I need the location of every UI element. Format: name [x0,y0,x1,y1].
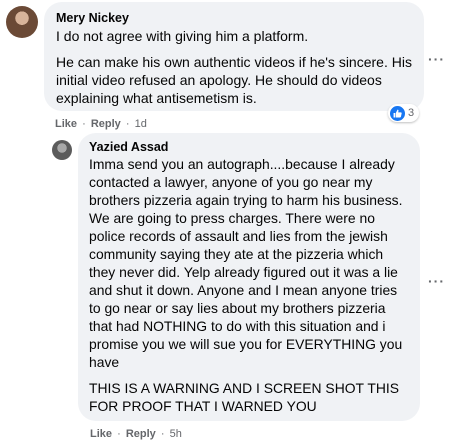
comment-bubble-1: Mery Nickey I do not agree with giving h… [44,2,424,111]
separator: · [82,118,86,130]
comment-paragraph: He can make his own authentic videos if … [56,54,412,106]
comment-bubble-2: Yazied Assad Imma send you an autograph.… [78,133,420,421]
comment-text: Imma send you an autograph....because I … [89,155,408,415]
comment-timestamp[interactable]: 1d [135,118,147,130]
comment-actions: Like · Reply · 5h [90,427,182,441]
more-options-icon[interactable]: ··· [428,52,445,66]
reaction-summary[interactable]: 3 [388,104,420,122]
separator: · [160,428,165,440]
avatar-mery-nickey[interactable] [6,6,38,38]
reply-button[interactable]: Reply [126,428,156,440]
separator: · [125,118,130,130]
comment-author[interactable]: Mery Nickey [56,10,412,26]
comment-text: I do not agree with giving him a platfor… [56,27,412,107]
comment-timestamp[interactable]: 5h [170,428,182,440]
reaction-count: 3 [408,107,415,119]
comment-author[interactable]: Yazied Assad [89,139,408,155]
like-icon [390,105,405,121]
separator: · [117,428,121,440]
avatar-yazied-assad[interactable] [52,140,72,160]
like-button[interactable]: Like [55,118,77,130]
like-button[interactable]: Like [90,428,112,440]
comment-actions: Like · Reply · 1d [55,117,147,131]
reply-button[interactable]: Reply [91,118,121,130]
comment-paragraph: I do not agree with giving him a platfor… [56,28,309,44]
more-options-icon[interactable]: ··· [428,274,445,288]
comment-paragraph: THIS IS A WARNING AND I SCREEN SHOT THIS… [89,380,400,414]
comment-paragraph: Imma send you an autograph....because I … [89,156,403,370]
